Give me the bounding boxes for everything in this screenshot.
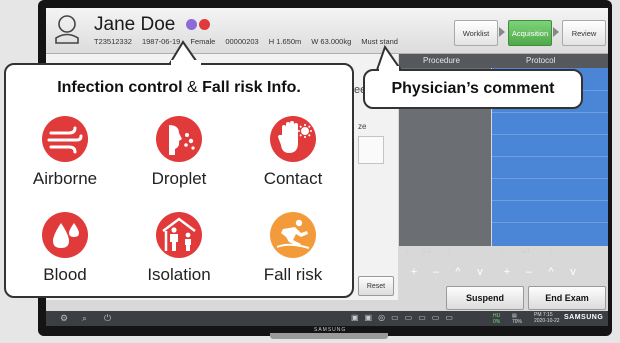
isolation-item: Isolation: [124, 211, 234, 285]
worklist-button[interactable]: Worklist: [454, 20, 498, 46]
list-header: Procedure Protocol: [399, 54, 608, 68]
tv-logo: SAMSUNG: [314, 327, 347, 333]
isolation-icon: [156, 212, 202, 258]
airborne-icon: [42, 116, 88, 162]
droplet-label: Droplet: [151, 169, 207, 188]
reset-button[interactable]: Reset: [358, 276, 394, 296]
monitor-stand: [270, 333, 388, 339]
search-icon[interactable]: ⌕: [82, 313, 87, 324]
fall-risk-item: Fall risk: [238, 211, 348, 285]
patient-name: Jane Doe: [94, 14, 176, 35]
comment-pointer-join: [379, 66, 399, 72]
blood-item: Blood: [10, 211, 120, 285]
callout-title: Infection control & Fall risk Info.: [6, 79, 352, 97]
patient-number: 00000203: [225, 37, 259, 46]
patient-bar: Jane Doe T23512332 1987-06-19 Female 000002…: [46, 8, 608, 54]
contact-item: Contact: [238, 115, 348, 189]
callout-title-fall: Fall risk Info.: [202, 79, 301, 96]
isolation-label: Isolation: [147, 265, 211, 284]
settings-icon[interactable]: ⚙: [60, 313, 68, 324]
protocol-header: Protocol: [526, 56, 556, 65]
disk-value: 70%: [512, 319, 523, 325]
move-down-protocol-button[interactable]: v: [562, 266, 584, 278]
blood-label: Blood: [43, 265, 87, 284]
contact-icon: [270, 116, 316, 162]
physician-comment-callout: Physician’s comment: [363, 69, 583, 109]
disk-indicator: ▤ 70%: [512, 313, 523, 325]
protocol-page: 1/1: [520, 248, 531, 255]
callout-pointer-join: [171, 60, 201, 66]
add-protocol-button[interactable]: +: [496, 266, 518, 278]
patient-height: H 1.650m: [268, 37, 302, 46]
add-procedure-button[interactable]: +: [403, 266, 425, 278]
patient-avatar-icon: [55, 15, 79, 44]
droplet-icon: [156, 116, 202, 162]
hu-value: 0%: [493, 319, 501, 325]
power-icon[interactable]: ⏻: [104, 313, 111, 324]
move-down-procedure-button[interactable]: v: [469, 266, 491, 278]
status-icons: ▣▣◎▭▭▭▭▭: [351, 313, 459, 322]
gender-badge-icon: [186, 19, 197, 30]
infection-fall-risk-callout: Infection control & Fall risk Info. Airb…: [4, 63, 354, 298]
protocol-controls: + – ^ v: [496, 266, 584, 282]
callout-title-amp: &: [182, 79, 203, 96]
clock: PM 7:15 2020-10-22: [534, 312, 560, 324]
droplet-item: Droplet: [124, 115, 234, 189]
taskbar: ⚙ ⌕ ⏻ ▣▣◎▭▭▭▭▭ HU 0% ▤ 70% PM 7:15 2020-10-…: [46, 311, 608, 326]
physician-comment-label: Physician’s comment: [391, 80, 555, 97]
blood-icon: [42, 212, 88, 258]
move-up-protocol-button[interactable]: ^: [540, 266, 562, 278]
procedure-controls: + – ^ v: [403, 266, 491, 282]
fall-risk-label: Fall risk: [263, 265, 323, 284]
airborne-label: Airborne: [32, 169, 98, 188]
fall-risk-icon: [270, 212, 316, 258]
review-button[interactable]: Review: [562, 20, 606, 46]
remove-procedure-button[interactable]: –: [425, 266, 447, 278]
patient-id: T23512332: [94, 37, 132, 46]
patient-info-line: T23512332 1987-06-19 Female 00000203 H 1.650…: [94, 37, 408, 46]
airborne-item: Airborne: [10, 115, 120, 189]
contact-label: Contact: [263, 169, 323, 188]
clock-date: 2020-10-22: [534, 318, 560, 324]
end-exam-button[interactable]: End Exam: [528, 286, 606, 310]
workflow-arrow-icon: [553, 27, 559, 37]
hu-indicator: HU 0%: [493, 313, 500, 325]
procedure-header: Procedure: [423, 56, 460, 65]
procedure-pager[interactable]: ‹ 1/1 ›: [406, 248, 450, 264]
protocol-pager[interactable]: ‹ 1/1 ›: [501, 248, 552, 264]
infection-badge-icon[interactable]: [199, 19, 210, 30]
acquisition-button[interactable]: Acquisition: [508, 20, 552, 46]
size-field[interactable]: [358, 136, 384, 164]
procedure-page: 1/1: [421, 248, 432, 255]
remove-protocol-button[interactable]: –: [518, 266, 540, 278]
partial-label-ze: ze: [358, 122, 367, 131]
workflow-arrow-icon: [499, 27, 505, 37]
brand-logo: SAMSUNG: [564, 314, 604, 321]
callout-title-infection: Infection control: [57, 79, 183, 96]
patient-weight: W 63.000kg: [311, 37, 352, 46]
move-up-procedure-button[interactable]: ^: [447, 266, 469, 278]
suspend-button[interactable]: Suspend: [446, 286, 524, 310]
